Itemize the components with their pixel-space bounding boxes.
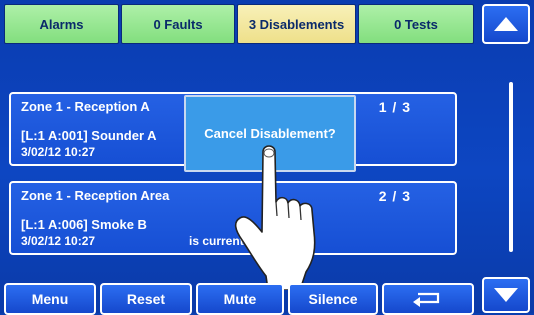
event-zone: Zone 1 - Reception Area: [21, 188, 170, 203]
event-counter: 1 / 3: [378, 99, 411, 115]
pointing-hand-icon: [234, 145, 316, 290]
return-button[interactable]: [382, 283, 474, 315]
scrollbar[interactable]: [509, 82, 513, 252]
reset-button[interactable]: Reset: [100, 283, 192, 315]
event-timestamp: 3/02/12 10:27: [21, 145, 96, 159]
event-counter: 2 / 3: [378, 188, 411, 204]
event-timestamp: 3/02/12 10:27: [21, 234, 96, 248]
event-device: [L:1 A:001] Sounder A: [21, 128, 157, 143]
tab-tests[interactable]: 0 Tests: [358, 4, 474, 44]
event-zone: Zone 1 - Reception A: [21, 99, 150, 114]
tab-disablements[interactable]: 3 Disablements: [237, 4, 356, 44]
triangle-down-icon: [494, 288, 518, 302]
panel-screen: Alarms 0 Faults 3 Disablements 0 Tests Z…: [0, 0, 534, 315]
menu-button[interactable]: Menu: [4, 283, 96, 315]
scroll-up-button[interactable]: [482, 4, 530, 44]
tab-faults[interactable]: 0 Faults: [121, 4, 235, 44]
event-device: [L:1 A:006] Smoke B: [21, 217, 147, 232]
scroll-down-button[interactable]: [482, 277, 530, 313]
popup-label: Cancel Disablement?: [204, 126, 336, 141]
return-arrow-icon: [413, 292, 440, 307]
silence-button[interactable]: Silence: [288, 283, 378, 315]
mute-button[interactable]: Mute: [196, 283, 284, 315]
triangle-up-icon: [494, 17, 518, 31]
tab-alarms[interactable]: Alarms: [4, 4, 119, 44]
